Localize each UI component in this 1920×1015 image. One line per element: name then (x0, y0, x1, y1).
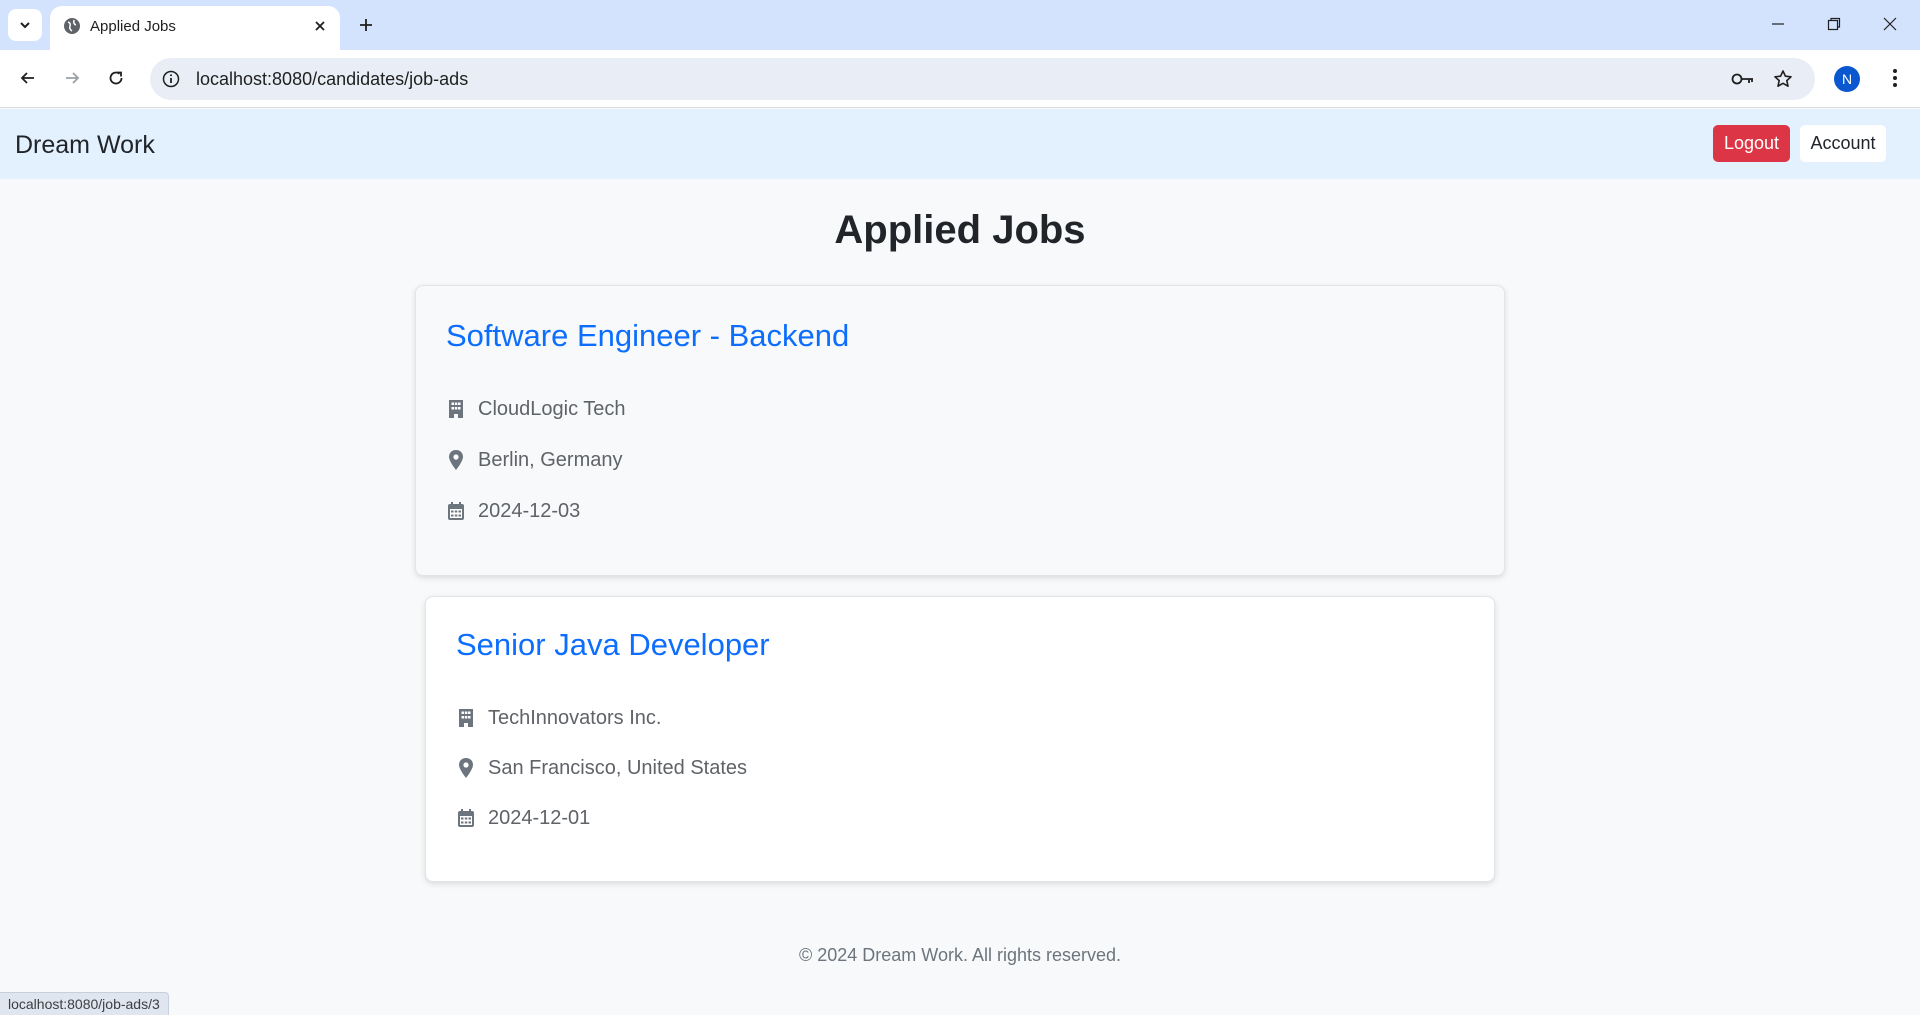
back-button[interactable] (12, 62, 44, 94)
reload-icon (109, 71, 123, 85)
job-date-row: 2024-12-03 (446, 498, 580, 524)
job-date: 2024-12-03 (478, 499, 581, 522)
status-url-bubble: localhost:8080/job-ads/3 (0, 992, 169, 1015)
new-tab-button[interactable] (352, 11, 380, 39)
job-company: CloudLogic Tech (478, 397, 626, 420)
tab-search-button[interactable] (8, 9, 42, 41)
building-icon (446, 398, 466, 420)
job-location: Berlin, Germany (478, 448, 623, 471)
site-info-button[interactable] (160, 68, 182, 90)
footer-copyright: © 2024 Dream Work. All rights reserved. (798, 945, 1122, 965)
restore-button[interactable] (1806, 4, 1862, 44)
close-icon (315, 21, 325, 31)
calendar-icon (446, 500, 466, 522)
browser-toolbar: localhost:8080/candidates/job-ads N (0, 50, 1920, 108)
password-manager-button[interactable] (1730, 67, 1756, 91)
job-company: TechInnovators Inc. (488, 706, 662, 729)
building-icon (456, 707, 476, 729)
job-title-link[interactable]: Senior Java Developer (456, 627, 770, 663)
plus-icon (360, 19, 372, 31)
more-vertical-icon (1893, 69, 1897, 87)
close-window-button[interactable] (1862, 4, 1918, 44)
job-title-link[interactable]: Software Engineer - Backend (446, 318, 849, 354)
tab-close-button[interactable] (308, 14, 332, 38)
profile-avatar[interactable]: N (1834, 66, 1860, 92)
restore-icon (1827, 17, 1841, 31)
star-icon (1774, 70, 1792, 87)
arrow-left-icon (20, 72, 34, 84)
browser-tab-active[interactable]: Applied Jobs (50, 6, 340, 50)
reload-button[interactable] (100, 62, 132, 94)
job-location: San Francisco, United States (488, 756, 748, 779)
key-icon (1731, 73, 1753, 85)
job-date-row: 2024-12-01 (456, 805, 590, 831)
address-bar[interactable]: localhost:8080/candidates/job-ads (150, 58, 1815, 100)
job-location-row: San Francisco, United States (456, 755, 747, 781)
forward-button[interactable] (56, 62, 88, 94)
globe-icon (64, 18, 80, 34)
brand-logo-text[interactable]: Dream Work (15, 131, 155, 160)
job-card[interactable]: Senior Java Developer TechInnovators Inc… (425, 596, 1495, 882)
arrow-right-icon (66, 72, 80, 84)
browser-menu-button[interactable] (1880, 62, 1910, 94)
calendar-icon (456, 807, 476, 829)
job-location-row: Berlin, Germany (446, 447, 623, 473)
map-pin-icon (456, 757, 476, 779)
close-icon (1883, 17, 1897, 31)
tab-title: Applied Jobs (90, 18, 176, 35)
job-date: 2024-12-01 (488, 806, 591, 829)
account-button[interactable]: Account (1800, 125, 1886, 162)
job-company-row: CloudLogic Tech (446, 396, 626, 422)
logout-button[interactable]: Logout (1713, 125, 1790, 162)
browser-tabstrip: Applied Jobs (0, 0, 1920, 50)
map-pin-icon (446, 449, 466, 471)
job-company-row: TechInnovators Inc. (456, 705, 661, 731)
chevron-down-icon (20, 22, 30, 29)
minimize-icon (1772, 23, 1784, 25)
job-card[interactable]: Software Engineer - Backend CloudLogic T… (415, 285, 1505, 576)
info-icon (162, 70, 180, 88)
url-text[interactable]: localhost:8080/candidates/job-ads (196, 69, 468, 90)
minimize-button[interactable] (1750, 4, 1806, 44)
bookmark-button[interactable] (1770, 67, 1796, 91)
site-navbar: Dream Work Logout Account (0, 109, 1920, 179)
page-title: Applied Jobs (834, 208, 1086, 252)
